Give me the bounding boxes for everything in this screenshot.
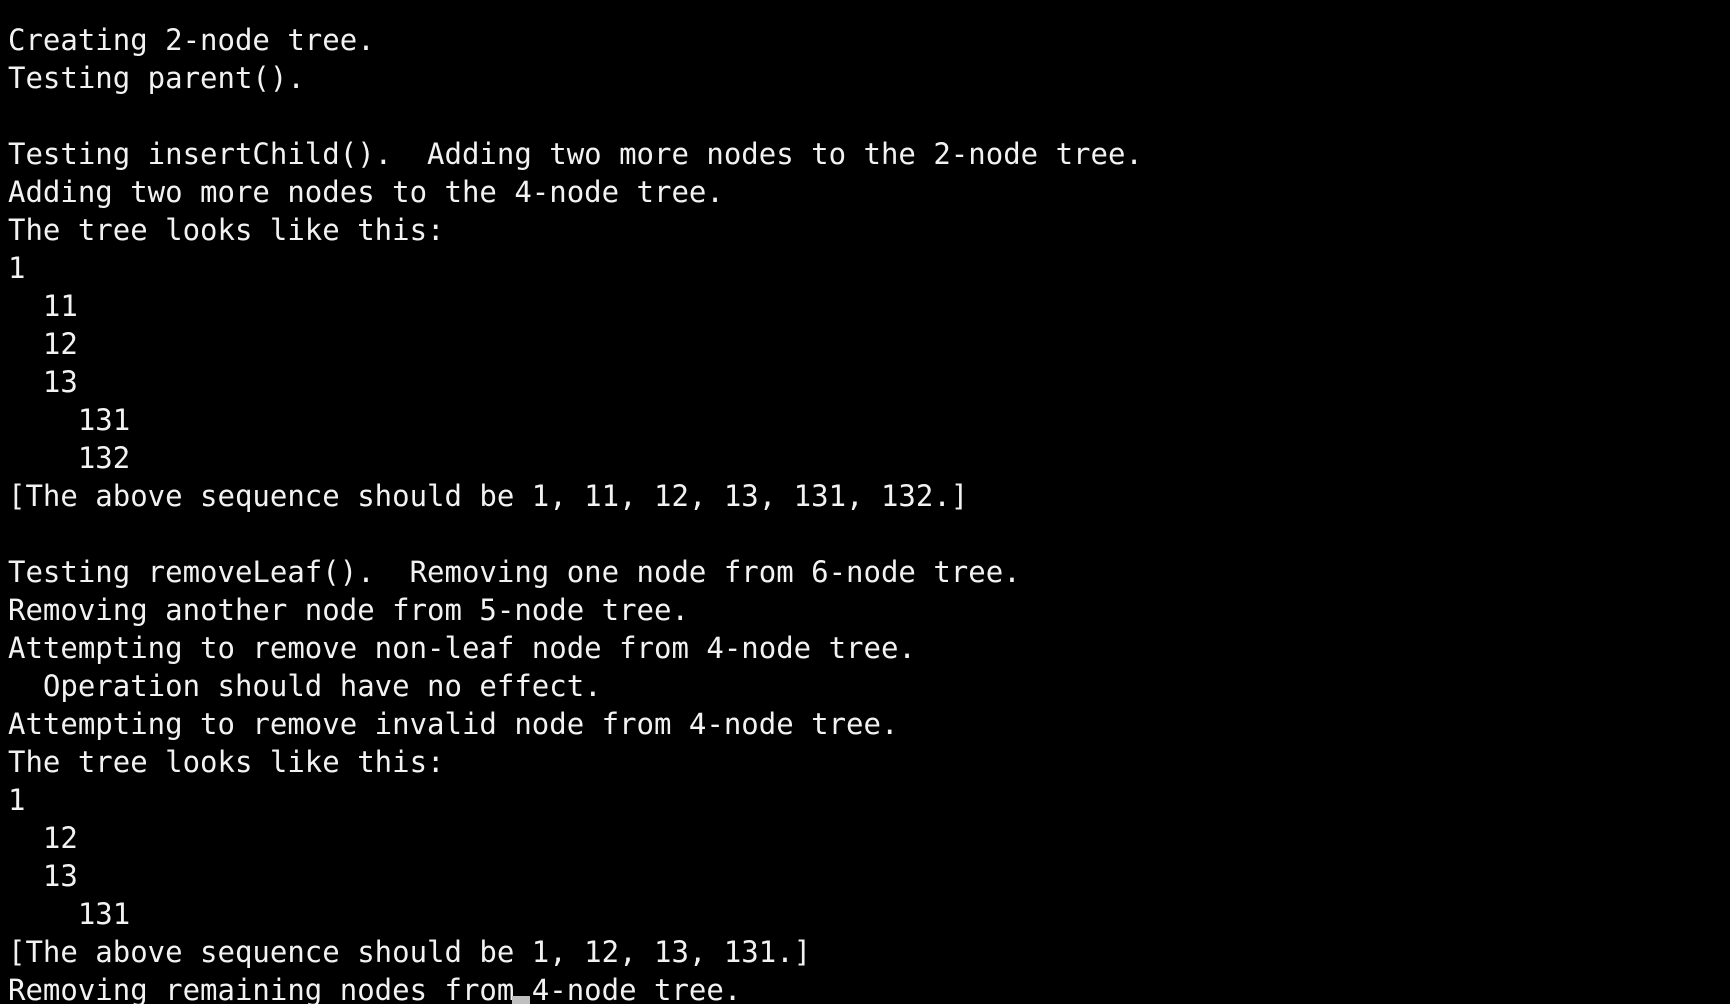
terminal-line: Removing another node from 5-node tree. bbox=[8, 593, 689, 627]
terminal-line: 1 bbox=[8, 783, 26, 817]
terminal-line: Removing remaining nodes from 4-node tre… bbox=[8, 973, 742, 1004]
terminal-line: Testing parent(). bbox=[8, 61, 305, 95]
terminal-line: The tree looks like this: bbox=[8, 745, 445, 779]
terminal-line: 1 bbox=[8, 251, 26, 285]
terminal-line: Adding two more nodes to the 4-node tree… bbox=[8, 175, 724, 209]
terminal-line: 132 bbox=[8, 441, 131, 475]
terminal-line: 11 bbox=[8, 289, 78, 323]
terminal-line-partial-top bbox=[8, 0, 1143, 21]
terminal-line: [The above sequence should be 1, 11, 12,… bbox=[8, 479, 969, 513]
terminal-line: Creating 2-node tree. bbox=[8, 23, 375, 57]
terminal-line: Testing removeLeaf(). Removing one node … bbox=[8, 555, 1021, 589]
terminal-line: [The above sequence should be 1, 12, 13,… bbox=[8, 935, 812, 969]
terminal-line: 12 bbox=[8, 327, 78, 361]
terminal-line: Testing insertChild(). Adding two more n… bbox=[8, 137, 1143, 171]
terminal-line: Attempting to remove non-leaf node from … bbox=[8, 631, 916, 665]
terminal-line: 131 bbox=[8, 403, 131, 437]
text-cursor bbox=[512, 996, 530, 1004]
terminal-line: Attempting to remove invalid node from 4… bbox=[8, 707, 899, 741]
terminal-line: 131 bbox=[8, 897, 131, 931]
terminal-line: 13 bbox=[8, 365, 78, 399]
terminal-line: The tree looks like this: bbox=[8, 213, 445, 247]
terminal-line: 12 bbox=[8, 821, 78, 855]
terminal-line: 13 bbox=[8, 859, 78, 893]
terminal-window[interactable]: Creating 2-node tree. Testing parent(). … bbox=[0, 0, 1730, 1004]
terminal-line: Operation should have no effect. bbox=[8, 669, 602, 703]
terminal-output: Creating 2-node tree. Testing parent(). … bbox=[8, 0, 1143, 1004]
